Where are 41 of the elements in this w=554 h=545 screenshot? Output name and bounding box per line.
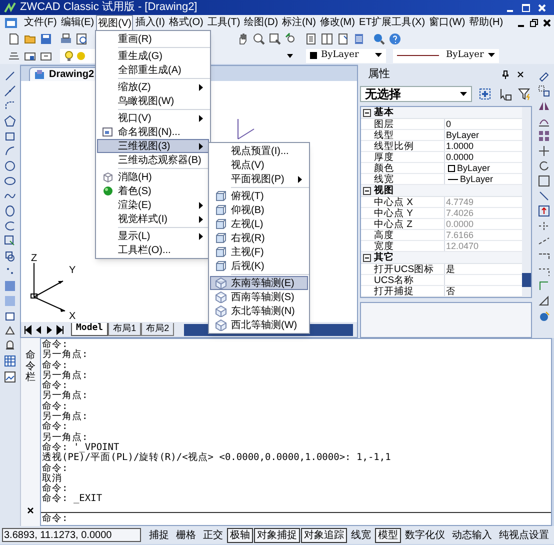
property-value: 0.0000 [445, 219, 475, 229]
section-header: 其它 [373, 252, 395, 264]
property-name: 打开捕捉 [373, 286, 445, 296]
command-history-line: 另一角点: [42, 432, 89, 443]
command-history-line: 命令: [42, 484, 69, 494]
property-name: 颜色 [373, 163, 445, 173]
property-name: 线型比例 [373, 141, 445, 151]
property-value: 7.4026 [445, 208, 475, 218]
property-name: 打开UCS图标 [373, 264, 445, 274]
command-history-line: 命令: [42, 340, 68, 350]
command-history-line: 命令: [42, 464, 69, 474]
command-history-line: 命令: [42, 360, 68, 371]
command-window-label: 命令栏 [26, 350, 36, 383]
property-name: 高度 [373, 230, 445, 240]
command-history-line: 命令: _EXIT [42, 494, 104, 505]
command-history-line: 取消 [42, 474, 63, 484]
coordinates-display: 3.6893, 11.1273, 0.0000 [2, 528, 141, 542]
command-history-line: 另一角点: [42, 412, 89, 422]
property-name: 中心点 Z [373, 219, 445, 229]
property-name: 厚度 [373, 152, 445, 162]
property-value: 7.6166 [445, 230, 475, 240]
property-name: 中心点 Y [373, 208, 445, 218]
property-name: 宽度 [373, 241, 445, 251]
command-history-line: 另一角点: [42, 350, 89, 360]
section-header: 视图 [373, 184, 395, 196]
command-history-line: 透视(PE)/平面(PL)/旋转(R)/<视点> <0.0000,0.0000,1.0000>: 1,-1,1 [42, 453, 392, 464]
command-history-line: 命令: [42, 402, 68, 412]
command-history-line: 另一角点: [42, 370, 89, 381]
property-name: 线型 [373, 130, 445, 140]
property-name: UCS名称 [373, 275, 445, 285]
property-value: 12.0470 [445, 241, 480, 251]
window-title: ZWCAD Classic 试用版 - [Drawing2] [20, 0, 198, 16]
command-history-line: 命令: [42, 381, 68, 392]
property-value: 4.7749 [445, 197, 475, 207]
command-history-line: 命令: [42, 422, 69, 432]
property-name: 中心点 X [373, 197, 445, 207]
property-name: 图层 [373, 119, 445, 129]
command-history-line: 命令: '_VPOINT [42, 442, 120, 453]
panel-title: 属性 [368, 66, 390, 82]
command-history-line: 另一角点: [42, 391, 89, 402]
property-name: 线宽 [373, 174, 445, 184]
